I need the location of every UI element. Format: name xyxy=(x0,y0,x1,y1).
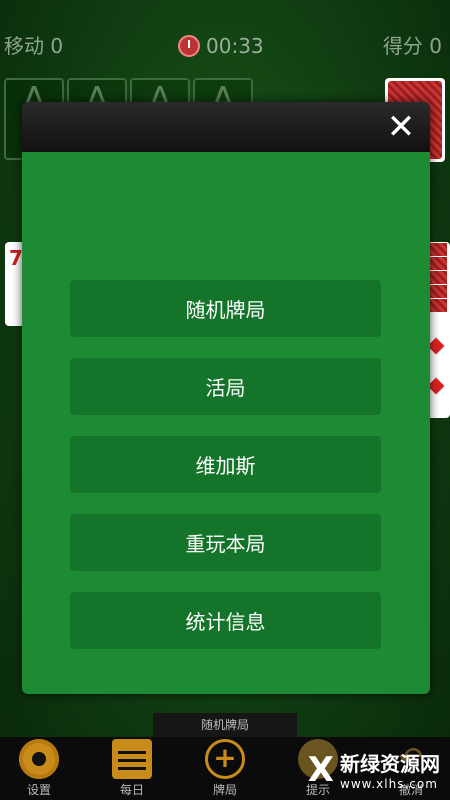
vegas-button[interactable]: 维加斯 xyxy=(70,436,381,493)
random-deal-button[interactable]: 随机牌局 xyxy=(70,280,381,337)
score-counter: 得分 0 xyxy=(382,34,442,58)
timer: 00:33 xyxy=(178,34,264,58)
replay-button[interactable]: 重玩本局 xyxy=(70,514,381,571)
alarm-clock-icon xyxy=(178,35,200,57)
watermark-name: 新绿资源网 xyxy=(340,752,440,776)
statistics-button[interactable]: 统计信息 xyxy=(70,592,381,649)
calendar-icon xyxy=(112,739,152,779)
watermark: X 新绿资源网 www.xlhs.com xyxy=(307,748,440,792)
settings-button[interactable]: 设置 xyxy=(4,737,74,800)
current-mode-label: 随机牌局 xyxy=(153,713,297,737)
daily-button[interactable]: 每日 xyxy=(97,737,167,800)
timer-value: 00:33 xyxy=(206,34,264,58)
diamond-suit-icon xyxy=(427,337,445,355)
gear-icon xyxy=(19,739,59,779)
watermark-url: www.xlhs.com xyxy=(340,777,438,791)
moves-counter: 移动 0 xyxy=(4,34,64,58)
watermark-logo: X xyxy=(307,749,334,790)
diamond-suit-icon xyxy=(427,377,445,395)
dialog-body: 随机牌局 活局 维加斯 重玩本局 统计信息 xyxy=(22,152,430,694)
dialog-header: ✕ xyxy=(22,102,430,152)
winnable-deal-button[interactable]: 活局 xyxy=(70,358,381,415)
close-icon[interactable]: ✕ xyxy=(384,110,418,144)
plus-icon: + xyxy=(205,739,245,779)
game-menu-dialog: ✕ 随机牌局 活局 维加斯 重玩本局 统计信息 xyxy=(22,102,430,694)
new-game-button[interactable]: + 牌局 xyxy=(190,737,260,800)
